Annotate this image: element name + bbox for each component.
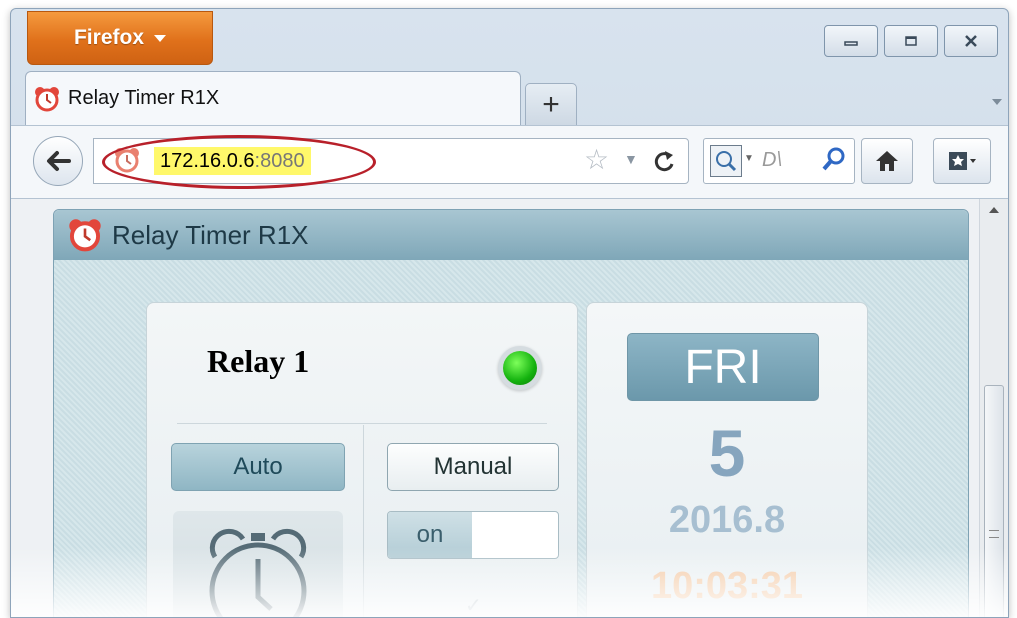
close-button[interactable] (944, 25, 998, 57)
grip-icon (989, 530, 999, 538)
divider (177, 423, 547, 424)
new-tab-button[interactable]: + (525, 83, 577, 127)
manual-mode-button[interactable]: Manual (387, 443, 559, 491)
vertical-scrollbar[interactable] (979, 199, 1008, 617)
home-icon (876, 151, 898, 171)
minimize-icon (844, 41, 858, 46)
day-of-week: FRI (627, 333, 819, 401)
back-button[interactable] (33, 136, 83, 186)
chevron-down-icon (154, 34, 166, 42)
close-icon (965, 35, 977, 47)
window-controls (824, 25, 998, 57)
search-placeholder: D\ (762, 149, 782, 171)
relay-name: Relay 1 (207, 343, 310, 379)
back-arrow-icon (47, 151, 71, 171)
year-month: 2016.8 (668, 499, 786, 541)
relay-on-off-toggle[interactable]: on (387, 511, 559, 559)
scroll-up-arrow-icon[interactable] (989, 207, 999, 213)
scrollbar-thumb[interactable] (984, 385, 1004, 617)
highlight-annotation-oval (102, 135, 376, 189)
search-engine-icon[interactable] (710, 145, 742, 177)
panel-header: Relay Timer R1X (54, 210, 968, 260)
minimize-button[interactable] (824, 25, 878, 57)
url-history-dropdown-icon[interactable]: ▼ (624, 151, 638, 167)
day-number: 5 (708, 416, 746, 490)
schedule-clock-tile[interactable] (173, 511, 343, 617)
relay-card: Relay 1 Auto Manual on ✓ (146, 302, 578, 617)
search-box[interactable]: ▼ D\ (703, 138, 855, 184)
restore-icon (905, 36, 917, 46)
current-time: 10:03:31 (650, 565, 804, 607)
plus-icon: + (542, 88, 560, 121)
toggle-on-label: on (388, 512, 472, 558)
checkmark-icon: ✓ (465, 595, 482, 617)
firefox-menu-label: Firefox (73, 26, 144, 49)
panel-title: Relay Timer R1X (112, 219, 309, 250)
firefox-menu-button[interactable]: Firefox (27, 11, 213, 65)
bookmarks-icon (949, 152, 976, 170)
alarm-clock-icon (35, 86, 59, 111)
bookmark-star-icon[interactable]: ☆ (584, 143, 609, 176)
relay-timer-panel: Relay Timer R1X Relay 1 Auto Manual on ✓… (53, 209, 969, 617)
tab-list-dropdown-icon[interactable] (992, 99, 1002, 105)
divider (363, 425, 364, 617)
auto-mode-button[interactable]: Auto (171, 443, 345, 491)
alarm-clock-icon (209, 528, 307, 617)
home-button[interactable] (861, 138, 913, 184)
panel-alarm-clock-icon (69, 219, 101, 252)
search-engine-dropdown-icon[interactable]: ▼ (744, 153, 754, 164)
reload-icon[interactable] (650, 147, 678, 177)
tab-title: Relay Timer R1X (68, 87, 220, 109)
tab-relay-timer[interactable]: Relay Timer R1X (25, 71, 521, 125)
browser-window: Firefox Relay Timer R1X + 172.16.0.6:808… (10, 8, 1009, 618)
relay-status-led (503, 351, 537, 385)
url-bar[interactable]: 172.16.0.6:8080 ☆ ▼ (93, 135, 689, 189)
bookmarks-button[interactable] (933, 138, 991, 184)
date-time-card: FRI 5 2016.8 10:03:31 (586, 302, 868, 617)
restore-button[interactable] (884, 25, 938, 57)
search-icon[interactable] (820, 145, 848, 175)
navigation-toolbar: 172.16.0.6:8080 ☆ ▼ ▼ D\ (11, 125, 1008, 199)
